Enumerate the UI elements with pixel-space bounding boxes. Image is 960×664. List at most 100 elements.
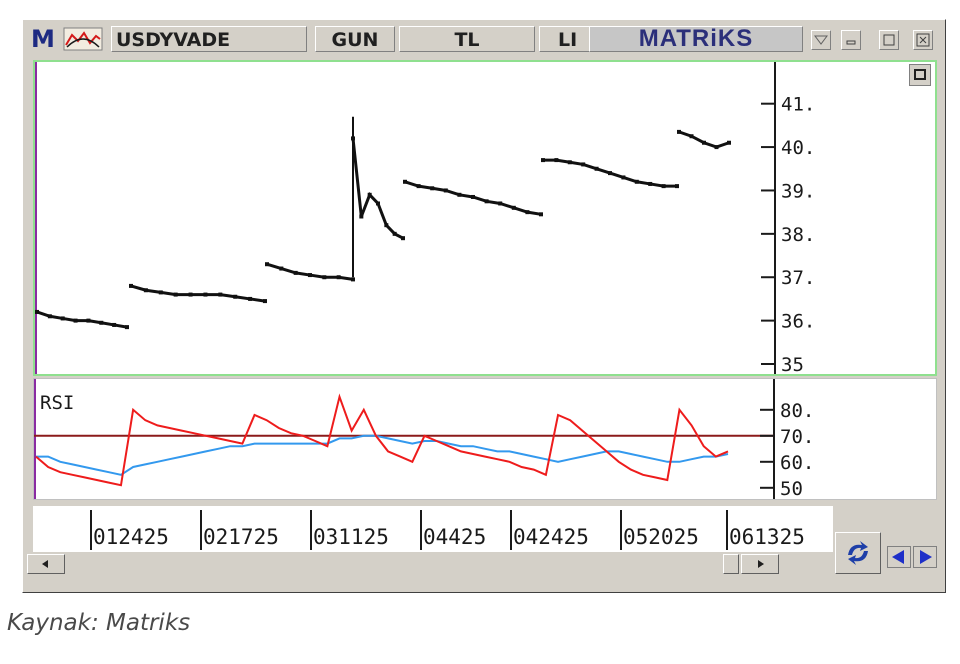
horizontal-scrollbar[interactable] [27, 554, 833, 576]
price-bar [634, 179, 639, 184]
price-bar [484, 199, 489, 204]
scroll-thumb[interactable] [723, 554, 739, 574]
panel-restore-button[interactable] [909, 64, 931, 86]
time-label: 052025 [623, 525, 699, 549]
maximize-button[interactable] [879, 30, 899, 50]
time-label: 021725 [203, 525, 279, 549]
price-bar [367, 192, 372, 197]
price-bar [35, 309, 39, 314]
price-bar [661, 184, 666, 189]
price-bar [322, 275, 327, 280]
price-bar [143, 288, 148, 293]
price-bar [511, 205, 516, 210]
price-bar [279, 266, 284, 271]
price-bar [457, 192, 462, 197]
price-bar [47, 314, 52, 319]
rsi-tick-label: 80. [780, 400, 814, 422]
minimize-icon [846, 40, 856, 45]
price-tick-label: 37. [781, 267, 815, 289]
price-segment [678, 130, 730, 149]
price-bar [99, 320, 104, 325]
arrow-right-icon [758, 560, 764, 568]
price-bar [188, 292, 193, 297]
price-bar [443, 188, 448, 193]
price-bar [498, 201, 503, 206]
price-bar [541, 158, 545, 163]
arrow-left-icon [42, 560, 48, 568]
price-bar [554, 158, 559, 163]
price-bar [702, 140, 706, 145]
extra-field[interactable]: LI [539, 26, 591, 52]
price-bar [351, 277, 355, 282]
price-bar [608, 171, 612, 176]
price-bar [86, 318, 91, 323]
time-axis-svg: 012425 021725 031125 04425 042425 052025 06132… [90, 510, 805, 550]
price-bar [112, 322, 117, 327]
time-axis: 012425 021725 031125 04425 042425 052025 06132… [33, 506, 833, 552]
symbol-field[interactable]: USDYVADE [111, 26, 307, 52]
triangle-down-icon [814, 35, 828, 45]
price-bar [714, 145, 719, 150]
rsi-panel[interactable]: RSI 80. 70. 60. 50 [33, 378, 937, 500]
price-bar [403, 179, 407, 184]
nav-forward-button[interactable] [913, 546, 937, 568]
refresh-icon [848, 541, 868, 565]
nav-back-button[interactable] [887, 546, 911, 568]
price-bar [73, 318, 78, 323]
price-bar [336, 275, 341, 280]
price-bar [525, 210, 530, 215]
price-tick-label: 39. [781, 180, 815, 202]
currency-field[interactable]: TL [399, 26, 535, 52]
triangle-left-icon [892, 550, 904, 564]
chart-type-icon[interactable] [63, 27, 103, 51]
price-bar [125, 325, 129, 330]
price-bar [129, 283, 133, 288]
price-bar [308, 273, 312, 278]
close-icon [916, 33, 930, 47]
rsi-tick-label: 70. [780, 426, 814, 448]
price-bar [263, 299, 267, 304]
close-button[interactable] [913, 30, 933, 50]
source-caption: Kaynak: Matriks [7, 610, 191, 636]
restore-icon [914, 69, 926, 80]
price-panel[interactable]: 41. 40. 39. 38. 37. 36. 35 [33, 60, 937, 376]
refresh-button[interactable] [835, 532, 881, 574]
app-logo: M [31, 25, 55, 53]
price-bar [384, 223, 389, 228]
price-tick-label: 38. [781, 224, 815, 246]
time-label: 061325 [729, 525, 805, 549]
price-bar [265, 262, 269, 267]
price-bar [293, 270, 298, 275]
price-bar [218, 292, 223, 297]
price-bar [581, 162, 586, 167]
price-bar [158, 290, 163, 295]
price-bar [471, 194, 475, 199]
price-bar [401, 236, 405, 241]
price-bar [392, 231, 397, 236]
period-field[interactable]: GUN [315, 26, 395, 52]
chart-window: M USDYVADE GUN TL LI MATRiKS 41. 40. 39. 38… [22, 19, 946, 593]
price-segment [130, 284, 266, 303]
price-bar [567, 160, 572, 165]
time-label: 012425 [93, 525, 169, 549]
dropdown-button[interactable] [811, 30, 831, 50]
rsi-line [35, 393, 729, 487]
price-tick-label: 35 [781, 354, 804, 374]
brand-logo: MATRiKS [589, 26, 803, 52]
rsi-tick-label: 60. [780, 452, 814, 474]
time-label: 031125 [313, 525, 389, 549]
price-bar [430, 186, 435, 191]
price-bar [173, 292, 178, 297]
price-bar [539, 212, 543, 217]
price-segment [351, 138, 404, 240]
price-bar [60, 316, 65, 321]
scroll-right-button[interactable] [741, 554, 779, 574]
price-bar [203, 292, 208, 297]
price-chart: 41. 40. 39. 38. 37. 36. 35 [35, 62, 815, 376]
time-label: 04425 [423, 525, 486, 549]
price-bar [376, 201, 380, 206]
triangle-right-icon [920, 550, 932, 564]
scroll-left-button[interactable] [27, 554, 65, 574]
minimize-button[interactable] [841, 30, 861, 50]
price-tick-label: 41. [781, 94, 815, 116]
